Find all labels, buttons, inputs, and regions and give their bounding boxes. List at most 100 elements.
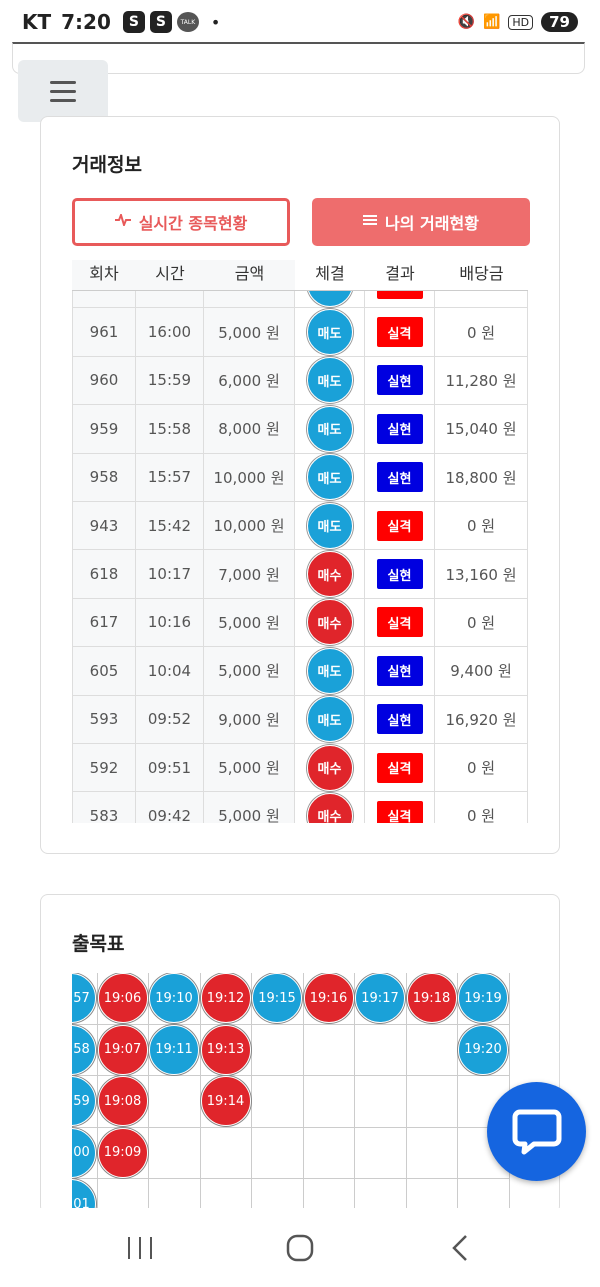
result-ball: 19:10 bbox=[149, 973, 199, 1023]
result-ball: 19:17 bbox=[355, 973, 405, 1023]
result-badge: 실격 bbox=[376, 752, 423, 783]
amount-cell: 10,000 원 bbox=[204, 501, 295, 550]
table-row: 617 10:16 5,000 원 매수 실격 0 원 bbox=[72, 598, 528, 648]
table-row: 618 10:17 7,000 원 매수 실현 13,160 원 bbox=[72, 550, 528, 599]
result-badge: 실현 bbox=[376, 559, 423, 590]
amount-cell: 7,000 원 bbox=[204, 550, 295, 598]
home-button[interactable] bbox=[270, 1223, 330, 1273]
side-cell: 매도 bbox=[295, 308, 365, 356]
mute-icon: 🔇 bbox=[457, 14, 475, 30]
side-cell: 매도 bbox=[295, 356, 365, 405]
result-cell: 실현 bbox=[365, 356, 435, 405]
time-cell: 10:16 bbox=[136, 598, 204, 647]
round-cell: 960 bbox=[72, 356, 136, 405]
result-cell: 실현 bbox=[365, 550, 435, 598]
grid-cell bbox=[355, 1076, 407, 1128]
side-badge: 매수 bbox=[306, 792, 353, 823]
round-cell: 617 bbox=[72, 598, 136, 647]
result-ball: 19:16 bbox=[303, 973, 354, 1023]
table-row: 583 09:42 5,000 원 매수 실격 0 원 bbox=[72, 792, 528, 823]
payout-cell: 0 원 bbox=[435, 743, 528, 792]
result-cell: 실격 bbox=[365, 792, 435, 823]
result-badge: 실현 bbox=[376, 462, 423, 493]
result-badge: 실격 bbox=[376, 317, 423, 348]
result-badge: 실격 bbox=[376, 607, 423, 638]
side-cell: 매수 bbox=[295, 598, 365, 647]
side-cell: 매도 bbox=[295, 647, 365, 695]
time-cell: 09:51 bbox=[136, 743, 204, 792]
time-cell: 15:59 bbox=[136, 356, 204, 405]
my-trades-button[interactable]: 나의 거래현황 bbox=[312, 198, 530, 246]
payout-cell: 0 원 bbox=[435, 501, 528, 550]
time-cell: 15:42 bbox=[136, 501, 204, 550]
hamburger-icon bbox=[50, 80, 76, 84]
result-badge bbox=[376, 291, 423, 299]
result-cell: 실격 bbox=[365, 308, 435, 356]
table-row: 961 16:00 5,000 원 매도 실격 0 원 bbox=[72, 308, 528, 357]
round-cell: 958 bbox=[72, 453, 136, 501]
round-cell: 592 bbox=[72, 743, 136, 792]
side-cell: 매수 bbox=[295, 550, 365, 598]
side-badge: 매수 bbox=[306, 551, 353, 598]
grid-cell bbox=[406, 1024, 458, 1076]
notification-icon: S bbox=[122, 11, 145, 33]
side-cell: 매도 bbox=[295, 405, 365, 453]
side-badge: 매도 bbox=[306, 405, 353, 452]
table-row: 943 15:42 10,000 원 매도 실격 0 원 bbox=[72, 501, 528, 551]
payout-cell: 13,160 원 bbox=[435, 550, 528, 598]
trade-table-body: 961 16:00 5,000 원 매도 실격 0 원 960 15:59 6,000 원 매도 실… bbox=[72, 291, 528, 823]
payout-cell: 0 원 bbox=[435, 308, 528, 356]
payout-cell bbox=[435, 291, 528, 308]
side-badge: 매도 bbox=[306, 357, 353, 404]
trade-table-scroll[interactable]: 961 16:00 5,000 원 매도 실격 0 원 960 15:59 6,000 원 매도 실… bbox=[72, 290, 528, 823]
trade-info-card: 거래정보 실시간 종목현황 나의 거래현황 회차 시간 금액 체결 결과 배당금… bbox=[40, 116, 560, 854]
trade-table-header: 회차 시간 금액 체결 결과 배당금 bbox=[72, 260, 528, 290]
realtime-status-label: 실시간 종목현황 bbox=[138, 214, 248, 233]
grid-cell bbox=[252, 1076, 304, 1128]
amount-cell: 9,000 원 bbox=[204, 695, 295, 743]
back-button[interactable] bbox=[430, 1223, 490, 1273]
notification-icon: S bbox=[149, 11, 172, 33]
grid-cell bbox=[303, 1024, 355, 1076]
round-cell: 943 bbox=[72, 501, 136, 550]
result-cell: 실현 bbox=[365, 453, 435, 501]
header-result: 결과 bbox=[385, 264, 415, 283]
result-ball: 19:07 bbox=[97, 1024, 148, 1075]
table-row: 958 15:57 10,000 원 매도 실현 18,800 원 bbox=[72, 453, 528, 502]
hd-icon: HD bbox=[508, 14, 534, 30]
chat-bubble-icon bbox=[512, 1109, 561, 1154]
grid-cell bbox=[303, 1127, 355, 1179]
result-ball: 19:20 bbox=[458, 1024, 508, 1075]
result-cell: 실현 bbox=[365, 695, 435, 743]
clock: 7:20 bbox=[61, 10, 111, 34]
chat-button[interactable] bbox=[487, 1082, 586, 1181]
table-row: 592 09:51 5,000 원 매수 실격 0 원 bbox=[72, 743, 528, 793]
wifi-icon: 📶 bbox=[482, 14, 501, 30]
list-icon bbox=[363, 214, 378, 230]
amount-cell: 5,000 원 bbox=[204, 598, 295, 647]
side-badge: 매도 bbox=[306, 502, 353, 549]
payout-cell: 18,800 원 bbox=[435, 453, 528, 501]
side-cell: 매도 bbox=[295, 501, 365, 550]
hamburger-icon bbox=[50, 98, 76, 102]
header-payout: 배당금 bbox=[459, 264, 504, 283]
home-icon bbox=[286, 1234, 314, 1261]
side-badge: 매도 bbox=[306, 309, 353, 356]
table-row: 959 15:58 8,000 원 매도 실현 15,040 원 bbox=[72, 405, 528, 454]
payout-cell: 9,400 원 bbox=[435, 647, 528, 695]
payout-cell: 0 원 bbox=[435, 792, 528, 823]
side-badge: 매도 bbox=[306, 647, 353, 694]
side-badge: 매수 bbox=[306, 599, 353, 646]
result-ball: 19:14 bbox=[200, 1076, 251, 1126]
side-cell: 매수 bbox=[295, 743, 365, 792]
recent-apps-button[interactable] bbox=[110, 1223, 170, 1273]
grid-cell bbox=[252, 1024, 304, 1076]
result-cell: 실격 bbox=[365, 598, 435, 647]
result-cell bbox=[365, 291, 435, 308]
time-cell: 15:58 bbox=[136, 405, 204, 453]
realtime-status-button[interactable]: 실시간 종목현황 bbox=[72, 198, 290, 246]
hamburger-menu-button[interactable] bbox=[18, 60, 108, 122]
payout-cell: 16,920 원 bbox=[435, 695, 528, 743]
time-cell: 10:17 bbox=[136, 550, 204, 598]
result-ball: 19:12 bbox=[200, 973, 251, 1023]
